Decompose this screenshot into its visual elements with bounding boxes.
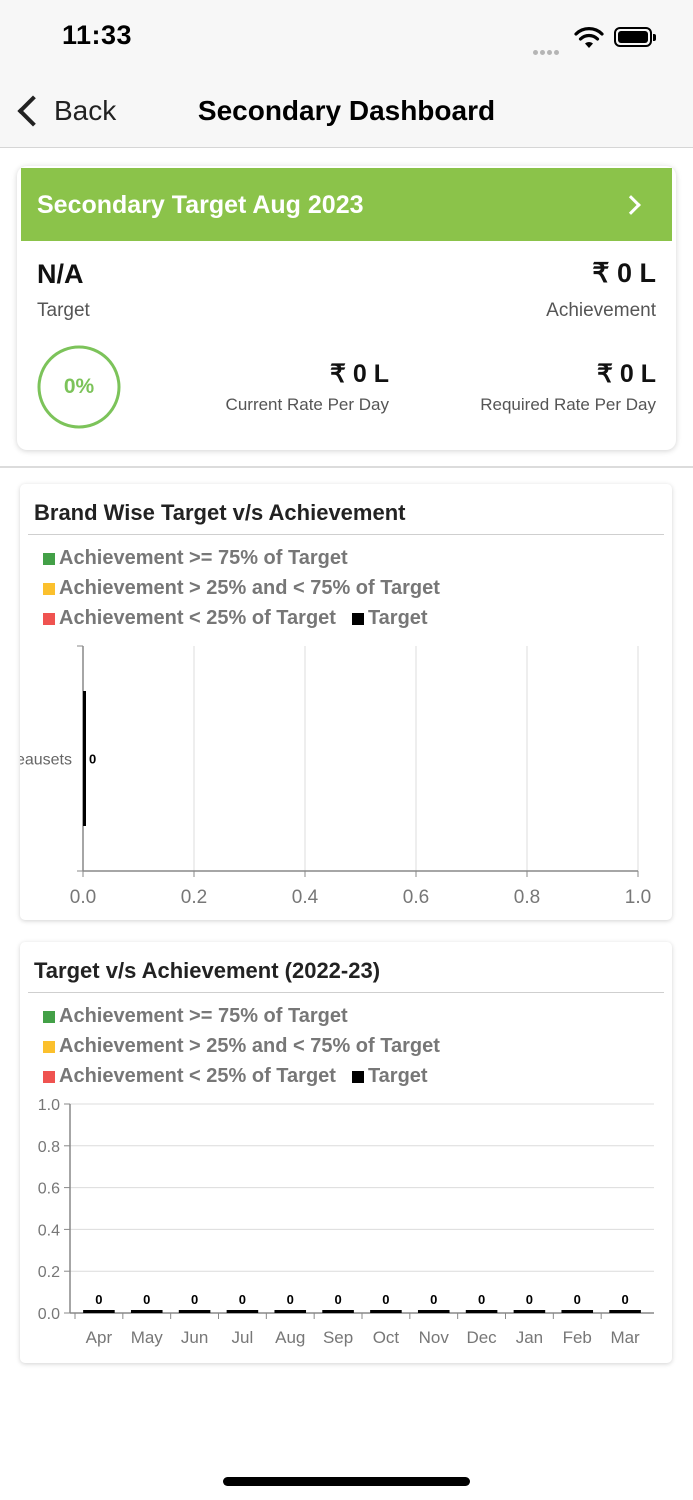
monthly-bar-chart: 0.0 0.2 0.4 0.6 0.8 1.0 Apr 0 May 0 Jun 0 Jul 0 Aug 0 Se… — [38, 1097, 654, 1347]
x-tick-label: Sep — [323, 1328, 353, 1347]
target-bar — [130, 1310, 163, 1313]
x-tick-label: Feb — [563, 1328, 592, 1347]
data-label: 0 — [143, 1292, 150, 1307]
target-bar — [274, 1310, 307, 1313]
brand-wise-chart-card: Brand Wise Target v/s Achievement Achiev… — [20, 484, 672, 920]
x-tick-label: Jun — [181, 1328, 208, 1347]
brand-wise-bar-chart: 0.0 0.2 0.4 0.6 0.8 1.0 eausets 0 — [20, 645, 651, 908]
page-title: Secondary Dashboard — [197, 95, 496, 126]
target-bar — [417, 1310, 450, 1313]
x-tick-label: Apr — [86, 1328, 113, 1347]
x-tick-label: 0.6 — [403, 887, 429, 908]
achievement-label: Achievement — [546, 300, 656, 321]
required-rate-label: Required Rate Per Day — [480, 395, 656, 414]
chevron-right-icon — [621, 195, 641, 215]
data-label: 0 — [621, 1292, 628, 1307]
data-label: 0 — [430, 1292, 437, 1307]
target-bar — [83, 691, 86, 826]
category-label: eausets — [20, 752, 72, 769]
required-rate-value: ₹ 0 L — [597, 360, 656, 388]
x-tick-label: Mar — [610, 1328, 640, 1347]
x-tick-label: Nov — [419, 1328, 450, 1347]
target-bar — [370, 1310, 402, 1313]
current-rate-label: Current Rate Per Day — [225, 395, 389, 414]
data-label: 0 — [526, 1292, 533, 1307]
target-bar — [465, 1310, 498, 1313]
data-label: 0 — [478, 1292, 485, 1307]
secondary-target-card: Secondary Target Aug 2023 N/A Target ₹ 0… — [17, 166, 676, 450]
target-bar — [322, 1310, 354, 1313]
target-bar — [561, 1310, 594, 1313]
data-label: 0 — [239, 1292, 246, 1307]
target-value: N/A — [37, 259, 84, 289]
data-label: 0 — [89, 752, 96, 767]
data-label: 0 — [287, 1292, 294, 1307]
x-tick-label: 1.0 — [625, 887, 651, 908]
current-rate-value: ₹ 0 L — [330, 360, 389, 388]
progress-percentage: 0% — [63, 375, 95, 398]
status-time: 11:33 — [62, 20, 133, 50]
x-tick-label: May — [131, 1328, 164, 1347]
x-tick-label: Jan — [516, 1328, 543, 1347]
target-bar — [226, 1310, 259, 1313]
y-tick-label: 0.0 — [38, 1306, 60, 1323]
navigation-bar: Back Secondary Dashboard — [0, 75, 693, 148]
y-tick-label: 0.2 — [38, 1264, 60, 1281]
data-label: 0 — [334, 1292, 341, 1307]
wifi-icon — [574, 27, 604, 48]
x-tick-label: 0.2 — [181, 887, 207, 908]
secondary-target-title: Secondary Target Aug 2023 — [37, 191, 364, 219]
target-bar — [609, 1310, 641, 1313]
status-bar: 11:33 — [0, 0, 693, 75]
target-bar — [178, 1310, 211, 1313]
x-tick-label: 0.4 — [292, 887, 319, 908]
y-tick-label: 0.6 — [38, 1181, 60, 1198]
x-tick-label: 0.8 — [514, 887, 540, 908]
y-tick-label: 0.4 — [38, 1222, 60, 1239]
data-label: 0 — [95, 1292, 102, 1307]
y-tick-label: 0.8 — [38, 1139, 60, 1156]
achievement-value: ₹ 0 L — [592, 258, 656, 288]
x-tick-label: Jul — [232, 1328, 254, 1347]
target-bar — [83, 1310, 115, 1313]
y-tick-label: 1.0 — [38, 1097, 60, 1114]
x-tick-label: Aug — [275, 1328, 305, 1347]
data-label: 0 — [382, 1292, 389, 1307]
x-tick-label: Oct — [373, 1328, 400, 1347]
secondary-target-header[interactable]: Secondary Target Aug 2023 — [21, 168, 672, 241]
cellular-signal-icon — [533, 42, 561, 60]
target-label: Target — [37, 300, 90, 321]
x-tick-label: 0.0 — [70, 887, 96, 908]
target-bar — [513, 1310, 546, 1313]
data-label: 0 — [574, 1292, 581, 1307]
monthly-chart-card: Target v/s Achievement (2022-23) Achieve… — [20, 942, 672, 1363]
x-tick-label: Dec — [466, 1328, 497, 1347]
data-label: 0 — [191, 1292, 198, 1307]
home-indicator — [223, 1477, 470, 1486]
battery-icon — [614, 27, 656, 47]
section-divider — [0, 466, 693, 468]
